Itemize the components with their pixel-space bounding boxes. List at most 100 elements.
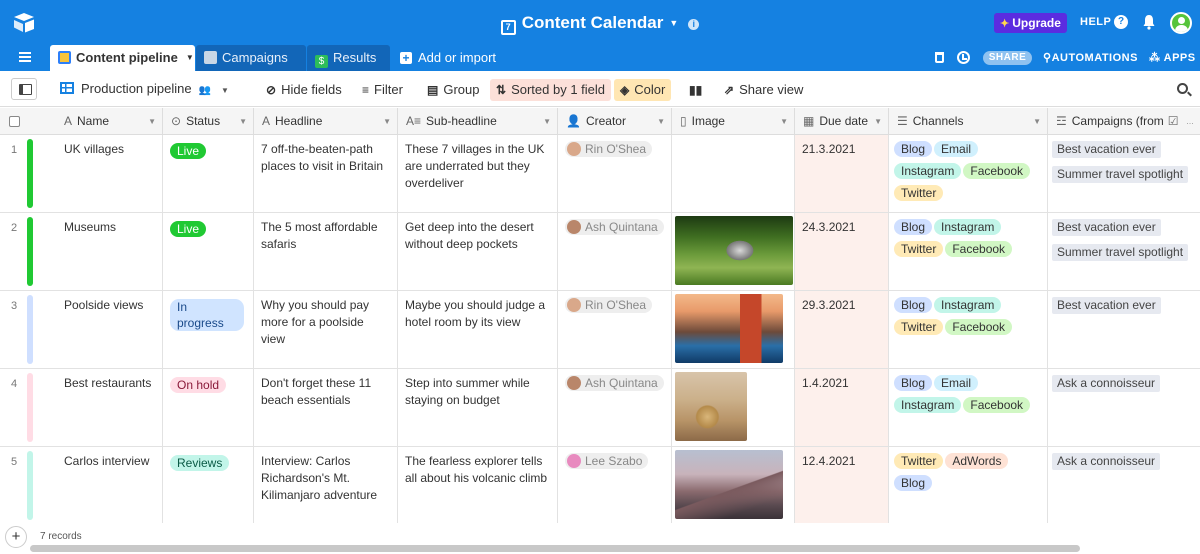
cell-campaigns[interactable]: Best vacation ever Summer travel spotligh… [1048, 213, 1200, 290]
tab-results[interactable]: $ Results [307, 45, 390, 71]
image-thumbnail[interactable] [675, 450, 783, 519]
add-record-button[interactable]: + [5, 526, 27, 548]
image-thumbnail[interactable] [675, 216, 793, 285]
chevron-down-icon[interactable]: ▼ [874, 108, 882, 135]
cell-status[interactable]: In progress [163, 291, 254, 368]
cell-subheadline[interactable]: These 7 villages in the UK are underrate… [398, 135, 558, 212]
cell-channels[interactable]: Blog Email Instagram Facebook [889, 369, 1048, 446]
cell-due-date[interactable]: 24.3.2021 [795, 213, 889, 290]
sort-button[interactable]: ⇅ Sorted by 1 field [490, 79, 612, 101]
cell-headline[interactable]: The 5 most affordable safaris [254, 213, 398, 290]
cell-image[interactable] [672, 135, 795, 212]
column-header-headline[interactable]: A Headline ▼ [254, 108, 398, 135]
table-row[interactable]: 4 Best restaurants On hold Don't forget the… [0, 369, 1200, 447]
user-avatar[interactable] [1170, 12, 1192, 34]
chevron-down-icon[interactable]: ▼ [780, 108, 788, 135]
column-header-due-date[interactable]: ▦ Due date ▼ [795, 108, 889, 135]
upgrade-button[interactable]: ✦ Upgrade [994, 13, 1067, 33]
column-header-image[interactable]: ▯ Image ▼ [672, 108, 795, 135]
table-row[interactable]: 3 Poolside views In progress Why you should… [0, 291, 1200, 369]
horizontal-scrollbar[interactable] [30, 545, 1080, 552]
chevron-down-icon[interactable]: ▼ [543, 108, 551, 135]
cell-name[interactable]: Poolside views [56, 291, 163, 368]
hide-fields-button[interactable]: ⊘ Hide fields [260, 79, 348, 101]
cell-headline[interactable]: Interview: Carlos Richardson's Mt. Kilim… [254, 447, 398, 524]
tab-campaigns[interactable]: Campaigns [196, 45, 306, 71]
more-icon[interactable]: … [1186, 108, 1194, 135]
apps-button[interactable]: ⁂ APPS [1149, 51, 1196, 64]
cell-image[interactable] [672, 291, 795, 368]
view-switcher[interactable]: Production pipeline 👥 ▼ [60, 81, 229, 96]
cell-image[interactable] [672, 213, 795, 290]
filter-button[interactable]: ≡ Filter [356, 79, 409, 101]
cell-channels[interactable]: Blog Email Instagram Facebook Twitter [889, 135, 1048, 212]
column-header-status[interactable]: ⊙ Status ▼ [163, 108, 254, 135]
group-button[interactable]: ▤ Group [421, 79, 485, 101]
column-header-campaigns[interactable]: ☲ Campaigns (from ☑… [1048, 108, 1200, 135]
menu-icon[interactable] [19, 52, 31, 62]
cell-creator[interactable]: Ash Quintana [558, 369, 672, 446]
select-all-checkbox[interactable] [9, 116, 20, 127]
color-button[interactable]: ◈ Color [614, 79, 672, 101]
cell-image[interactable] [672, 369, 795, 446]
cell-image[interactable] [672, 447, 795, 524]
cell-creator[interactable]: Rin O'Shea [558, 135, 672, 212]
image-thumbnail[interactable] [675, 372, 747, 441]
cell-due-date[interactable]: 12.4.2021 [795, 447, 889, 524]
cell-name[interactable]: UK villages [56, 135, 163, 212]
chevron-down-icon[interactable]: ▼ [186, 53, 194, 62]
share-button[interactable]: SHARE [983, 51, 1032, 65]
cell-due-date[interactable]: 1.4.2021 [795, 369, 889, 446]
cell-status[interactable]: Live [163, 135, 254, 212]
cell-channels[interactable]: Blog Instagram Twitter Facebook [889, 291, 1048, 368]
cell-status[interactable]: Live [163, 213, 254, 290]
cell-creator[interactable]: Lee Szabo [558, 447, 672, 524]
cell-channels[interactable]: Twitter AdWords Blog [889, 447, 1048, 524]
cell-subheadline[interactable]: Step into summer while staying on budget [398, 369, 558, 446]
column-header-creator[interactable]: 👤 Creator ▼ [558, 108, 672, 135]
cell-status[interactable]: On hold [163, 369, 254, 446]
chevron-down-icon[interactable]: ▼ [1033, 108, 1041, 135]
automations-button[interactable]: ⚲AUTOMATIONS [1043, 51, 1138, 64]
row-height-button[interactable]: ▮▮ [683, 79, 713, 101]
column-header-channels[interactable]: ☰ Channels ▼ [889, 108, 1048, 135]
cell-creator[interactable]: Rin O'Shea [558, 291, 672, 368]
cell-campaigns[interactable]: Ask a connoisseur [1048, 369, 1200, 446]
cell-creator[interactable]: Ash Quintana [558, 213, 672, 290]
cell-channels[interactable]: Blog Instagram Twitter Facebook [889, 213, 1048, 290]
chevron-down-icon[interactable]: ▼ [383, 108, 391, 135]
cell-headline[interactable]: Why you should pay more for a poolside v… [254, 291, 398, 368]
cell-status[interactable]: Reviews [163, 447, 254, 524]
cell-campaigns[interactable]: Best vacation ever Summer travel spotligh… [1048, 135, 1200, 212]
cell-name[interactable]: Best restaurants [56, 369, 163, 446]
cell-name[interactable]: Carlos interview [56, 447, 163, 524]
bell-icon[interactable] [1142, 14, 1156, 30]
table-row[interactable]: 2 Museums Live The 5 most affordable safari… [0, 213, 1200, 291]
chevron-down-icon[interactable]: ▼ [148, 108, 156, 135]
table-row[interactable]: 5 Carlos interview Reviews Interview: Carlo… [0, 447, 1200, 525]
help-icon[interactable]: ? [1114, 15, 1128, 29]
sidebar-toggle-icon[interactable] [11, 78, 37, 100]
chevron-down-icon[interactable]: ▼ [657, 108, 665, 135]
cell-name[interactable]: Museums [56, 213, 163, 290]
table-row[interactable]: 1 UK villages Live 7 off-the-beaten-path pl… [0, 135, 1200, 213]
cell-subheadline[interactable]: Get deep into the desert without deep po… [398, 213, 558, 290]
info-icon[interactable]: i [688, 19, 700, 30]
cell-subheadline[interactable]: Maybe you should judge a hotel room by i… [398, 291, 558, 368]
tab-content-pipeline[interactable]: Content pipeline ▼ [50, 45, 195, 71]
column-header-name[interactable]: A Name ▼ [56, 108, 163, 135]
share-view-button[interactable]: ⇗ Share view [718, 79, 809, 101]
column-header-subheadline[interactable]: A≡ Sub-headline ▼ [398, 108, 558, 135]
history-icon[interactable] [957, 51, 970, 64]
cell-campaigns[interactable]: Ask a connoisseur [1048, 447, 1200, 524]
cell-subheadline[interactable]: The fearless explorer tells all about hi… [398, 447, 558, 524]
trash-icon[interactable] [935, 52, 944, 63]
cell-due-date[interactable]: 21.3.2021 [795, 135, 889, 212]
image-thumbnail[interactable] [675, 294, 783, 363]
cell-due-date[interactable]: 29.3.2021 [795, 291, 889, 368]
cell-campaigns[interactable]: Best vacation ever [1048, 291, 1200, 368]
help-label[interactable]: HELP [1080, 16, 1111, 28]
chevron-down-icon[interactable]: ▼ [239, 108, 247, 135]
cell-headline[interactable]: Don't forget these 11 beach essentials [254, 369, 398, 446]
cell-headline[interactable]: 7 off-the-beaten-path places to visit in… [254, 135, 398, 212]
